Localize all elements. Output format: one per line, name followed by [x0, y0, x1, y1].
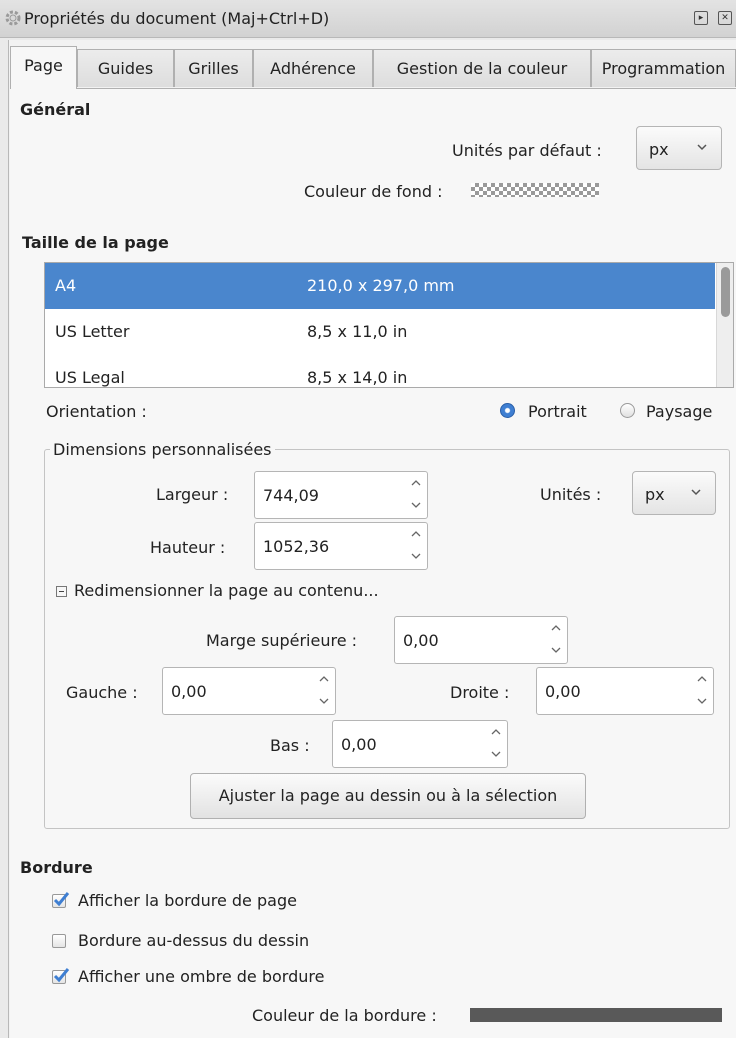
portrait-label[interactable]: Portrait [528, 402, 587, 421]
tab-page-label: Page [24, 56, 63, 75]
portrait-radio[interactable] [500, 403, 515, 418]
default-units-value: px [649, 140, 669, 159]
top-margin-spinbox[interactable]: 0,00 [394, 616, 568, 664]
page-size-name: US Letter [55, 322, 130, 341]
tab-page[interactable]: Page [10, 46, 77, 89]
page-size-dimensions: 8,5 x 11,0 in [307, 322, 408, 341]
list-item[interactable]: US Letter 8,5 x 11,0 in [45, 309, 715, 355]
list-item[interactable]: US Legal 8,5 x 14,0 in [45, 355, 715, 387]
custom-dimensions-title: Dimensions personnalisées [50, 440, 275, 459]
height-spinbox[interactable]: 1052,36 [254, 522, 428, 570]
chevron-up-icon[interactable] [696, 674, 708, 684]
left-margin-value: 0,00 [171, 682, 207, 701]
height-stepper[interactable] [405, 523, 427, 569]
page-size-dimensions: 8,5 x 14,0 in [307, 368, 408, 387]
gear-icon [5, 10, 21, 26]
show-shadow-label[interactable]: Afficher une ombre de bordure [78, 967, 324, 986]
top-margin-stepper[interactable] [545, 617, 567, 663]
border-on-top-label[interactable]: Bordure au-dessus du dessin [78, 931, 309, 950]
top-margin-value: 0,00 [403, 631, 439, 650]
bottom-margin-value: 0,00 [341, 735, 377, 754]
orientation-label: Orientation : [46, 402, 147, 421]
bottom-margin-spinbox[interactable]: 0,00 [332, 720, 508, 768]
tab-guides[interactable]: Guides [77, 49, 174, 87]
chevron-up-icon[interactable] [550, 623, 562, 633]
height-label: Hauteur : [150, 538, 226, 557]
show-border-checkbox[interactable] [52, 892, 70, 908]
page-size-dimensions: 210,0 x 297,0 mm [307, 276, 455, 295]
border-on-top-checkbox[interactable] [52, 934, 66, 948]
height-value: 1052,36 [263, 537, 330, 556]
tab-color-management[interactable]: Gestion de la couleur [373, 49, 591, 87]
bottom-margin-label: Bas : [270, 736, 310, 755]
units-select[interactable]: px [632, 471, 716, 515]
bg-color-label: Couleur de fond : [304, 182, 443, 201]
landscape-label[interactable]: Paysage [646, 402, 712, 421]
tab-scripting[interactable]: Programmation [591, 49, 736, 87]
window-titlebar[interactable]: Propriétés du document (Maj+Ctrl+D) ▸ ✕ [0, 0, 736, 38]
show-shadow-checkbox[interactable] [52, 968, 70, 984]
tab-guides-label: Guides [97, 59, 154, 78]
resize-to-content-expander[interactable]: Redimensionner la page au contenu... [74, 581, 379, 600]
border-color-label: Couleur de la bordure : [252, 1006, 437, 1025]
landscape-radio[interactable] [620, 403, 635, 418]
list-item[interactable]: A4 210,0 x 297,0 mm [45, 263, 715, 309]
scrollbar-thumb[interactable] [721, 267, 730, 317]
chevron-up-icon[interactable] [410, 529, 422, 539]
chevron-down-icon[interactable] [318, 696, 330, 706]
checkmark-icon [53, 968, 70, 983]
fit-page-to-drawing-button[interactable]: Ajuster la page au dessin ou à la sélect… [190, 773, 586, 819]
chevron-down-icon[interactable] [410, 500, 422, 510]
general-heading: Général [20, 100, 91, 119]
collapse-icon[interactable] [56, 586, 67, 597]
left-margin-label: Gauche : [66, 683, 138, 702]
right-margin-stepper[interactable] [691, 668, 713, 714]
default-units-label: Unités par défaut : [452, 141, 602, 160]
tab-grilles-label: Grilles [188, 59, 239, 78]
window-dock-button[interactable]: ▸ [694, 11, 708, 25]
width-spinbox[interactable]: 744,09 [254, 471, 428, 519]
window-close-button[interactable]: ✕ [718, 11, 732, 25]
chevron-down-icon [691, 489, 701, 496]
page-size-heading: Taille de la page [22, 233, 169, 252]
show-border-label[interactable]: Afficher la bordure de page [78, 891, 297, 910]
border-heading: Bordure [20, 858, 93, 877]
chevron-down-icon[interactable] [696, 696, 708, 706]
chevron-down-icon[interactable] [490, 749, 502, 759]
tab-adherence[interactable]: Adhérence [253, 49, 373, 87]
left-margin-stepper[interactable] [313, 668, 335, 714]
units-value: px [645, 485, 665, 504]
tab-adherence-label: Adhérence [270, 59, 356, 78]
right-margin-label: Droite : [450, 683, 510, 702]
tab-grilles[interactable]: Grilles [174, 49, 253, 87]
window-title: Propriétés du document (Maj+Ctrl+D) [24, 9, 330, 28]
chevron-down-icon[interactable] [410, 551, 422, 561]
width-value: 744,09 [263, 486, 319, 505]
tab-scripting-label: Programmation [601, 59, 726, 78]
right-margin-spinbox[interactable]: 0,00 [536, 667, 714, 715]
border-color-swatch[interactable] [470, 1008, 722, 1022]
tab-color-management-label: Gestion de la couleur [396, 59, 568, 78]
page-size-name: A4 [55, 276, 77, 295]
chevron-up-icon[interactable] [318, 674, 330, 684]
left-margin-spinbox[interactable]: 0,00 [162, 667, 336, 715]
chevron-down-icon [697, 144, 707, 151]
right-margin-value: 0,00 [545, 682, 581, 701]
page-size-name: US Legal [55, 368, 125, 387]
units-label: Unités : [540, 485, 602, 504]
top-margin-label: Marge supérieure : [206, 631, 358, 650]
background-color-swatch[interactable] [471, 183, 599, 197]
page-size-list[interactable]: A4 210,0 x 297,0 mm US Letter 8,5 x 11,0… [44, 262, 734, 388]
default-units-select[interactable]: px [636, 126, 722, 170]
bottom-margin-stepper[interactable] [485, 721, 507, 767]
width-label: Largeur : [156, 485, 229, 504]
list-scrollbar[interactable] [716, 263, 733, 387]
checkmark-icon [53, 892, 70, 907]
tab-bar: Page Guides Grilles Adhérence Gestion de… [10, 46, 736, 89]
width-stepper[interactable] [405, 472, 427, 518]
chevron-up-icon[interactable] [410, 478, 422, 488]
chevron-down-icon[interactable] [550, 645, 562, 655]
chevron-up-icon[interactable] [490, 727, 502, 737]
